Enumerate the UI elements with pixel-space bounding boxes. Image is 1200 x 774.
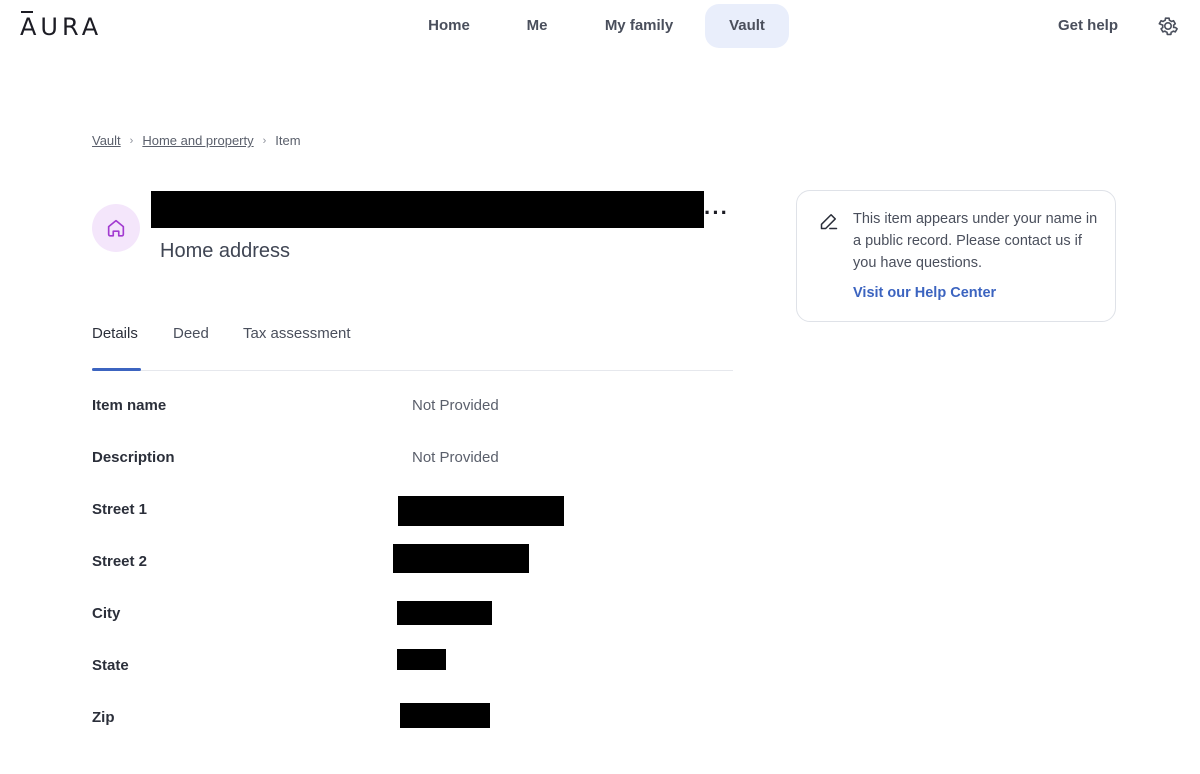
breadcrumb-home-and-property[interactable]: Home and property bbox=[142, 133, 253, 148]
info-card-text: This item appears under your name in a p… bbox=[853, 211, 1098, 271]
active-tab-indicator bbox=[92, 368, 141, 371]
row-label-street-1: Street 1 bbox=[92, 501, 148, 518]
row-label-state: State bbox=[92, 657, 129, 674]
row-value-city-redacted bbox=[397, 601, 492, 625]
breadcrumb-vault[interactable]: Vault bbox=[92, 133, 121, 148]
main-nav: Home Me My family Vault bbox=[0, 4, 1200, 50]
nav-home[interactable]: Home bbox=[412, 4, 486, 48]
tab-deed[interactable]: Deed bbox=[173, 325, 209, 342]
breadcrumb-separator: › bbox=[262, 134, 267, 147]
more-options-button[interactable]: ··· bbox=[704, 202, 729, 224]
item-title-redacted bbox=[151, 191, 704, 228]
row-value-street-1-redacted bbox=[398, 496, 564, 526]
nav-my-family[interactable]: My family bbox=[590, 4, 688, 48]
row-value-zip-redacted bbox=[400, 703, 490, 728]
nav-me[interactable]: Me bbox=[506, 4, 568, 48]
gear-icon[interactable] bbox=[1156, 14, 1180, 38]
row-label-city: City bbox=[92, 605, 121, 622]
row-value-description: Not Provided bbox=[412, 449, 499, 466]
house-icon bbox=[107, 219, 125, 237]
row-label-street-2: Street 2 bbox=[92, 553, 148, 570]
breadcrumb-separator: › bbox=[129, 134, 134, 147]
public-record-info-card: This item appears under your name in a p… bbox=[796, 190, 1116, 322]
tab-tax-assessment[interactable]: Tax assessment bbox=[243, 325, 351, 342]
get-help-link[interactable]: Get help bbox=[1058, 17, 1118, 34]
breadcrumb-current-item: Item bbox=[275, 133, 301, 148]
row-value-street-2-redacted bbox=[393, 544, 529, 573]
breadcrumb: Vault › Home and property › Item bbox=[92, 133, 301, 148]
row-value-item-name: Not Provided bbox=[412, 397, 499, 414]
pencil-icon bbox=[820, 214, 838, 230]
tab-details[interactable]: Details bbox=[92, 325, 138, 342]
nav-vault[interactable]: Vault bbox=[705, 4, 789, 48]
top-header: AURA Home Me My family Vault Get help bbox=[0, 0, 1200, 54]
help-center-link[interactable]: Visit our Help Center bbox=[853, 285, 996, 301]
item-type-label: Home address bbox=[160, 240, 291, 262]
detail-tabs: Details Deed Tax assessment bbox=[92, 320, 733, 371]
row-label-zip: Zip bbox=[92, 709, 115, 726]
row-label-item-name: Item name bbox=[92, 397, 167, 414]
item-category-avatar bbox=[92, 204, 140, 252]
row-value-state-redacted bbox=[397, 649, 446, 670]
row-label-description: Description bbox=[92, 449, 175, 466]
